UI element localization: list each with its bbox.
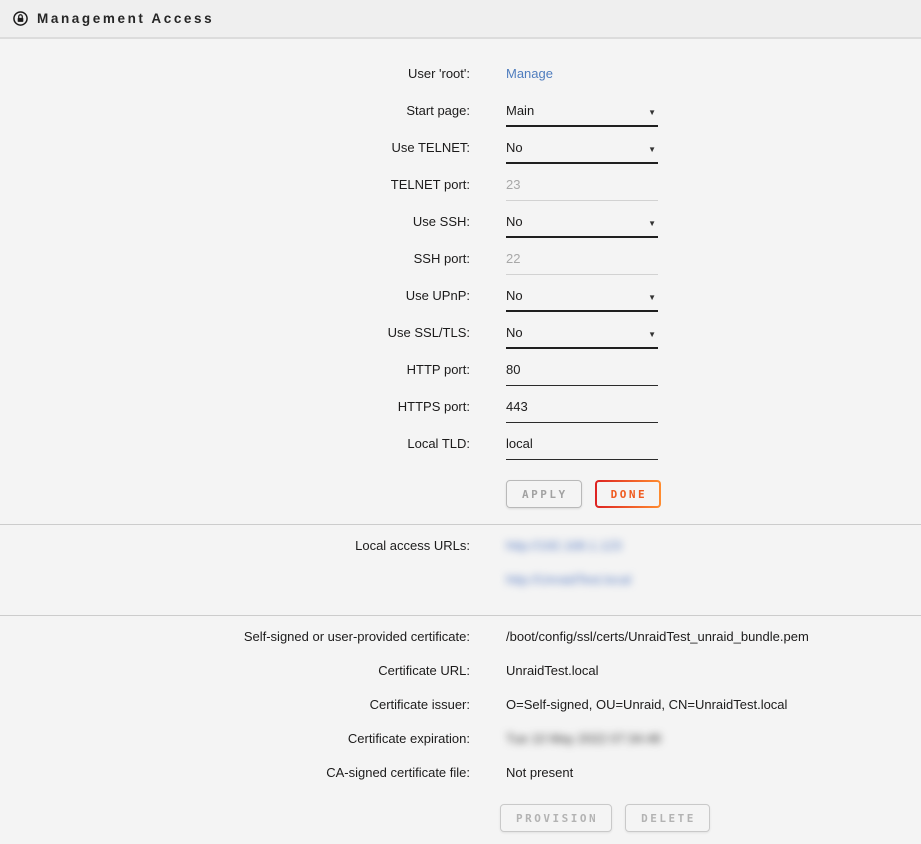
use-upnp-label: Use UPnP: [0,285,470,303]
row-local-tld: Local TLD: [0,433,921,470]
row-start-page: Start page: Main ▼ [0,100,921,137]
use-upnp-value: No [506,288,523,303]
start-page-value: Main [506,103,534,118]
ssh-port-input [506,248,658,275]
ca-cert-label: CA-signed certificate file: [0,762,470,780]
chevron-down-icon: ▼ [648,330,656,340]
use-ssl-select[interactable]: No ▼ [506,322,658,349]
telnet-port-input [506,174,658,201]
lock-circle-icon [13,11,28,26]
row-use-ssl: Use SSL/TLS: No ▼ [0,322,921,359]
local-access-url-hostname[interactable]: http://UnraidTest.local [506,569,631,603]
telnet-port-label: TELNET port: [0,174,470,192]
use-upnp-select[interactable]: No ▼ [506,285,658,312]
cert-issuer-label: Certificate issuer: [0,694,470,712]
cert-expiration-label: Certificate expiration: [0,728,470,746]
http-port-input[interactable] [506,359,658,386]
local-access-urls-label: Local access URLs: [0,535,470,553]
certificate-section: Self-signed or user-provided certificate… [0,616,921,844]
use-telnet-label: Use TELNET: [0,137,470,155]
certificate-buttons: PROVISION DELETE [500,804,921,832]
row-cert-issuer: Certificate issuer: O=Self-signed, OU=Un… [0,694,921,728]
start-page-select[interactable]: Main ▼ [506,100,658,127]
row-telnet-port: TELNET port: [0,174,921,211]
use-ssh-label: Use SSH: [0,211,470,229]
ca-cert-value: Not present [506,762,573,780]
apply-button[interactable]: APPLY [506,480,582,508]
manage-link[interactable]: Manage [506,63,553,81]
done-button[interactable]: DONE [595,480,662,508]
use-ssh-select[interactable]: No ▼ [506,211,658,238]
use-ssh-value: No [506,214,523,229]
chevron-down-icon: ▼ [648,293,656,303]
row-ca-cert: CA-signed certificate file: Not present [0,762,921,796]
row-local-access-urls: Local access URLs: http://192.168.1.123 … [0,535,921,603]
use-ssl-label: Use SSL/TLS: [0,322,470,340]
page-header: Management Access [0,0,921,39]
provision-button[interactable]: PROVISION [500,804,612,832]
chevron-down-icon: ▼ [648,108,656,118]
use-telnet-value: No [506,140,523,155]
delete-button[interactable]: DELETE [625,804,710,832]
row-http-port: HTTP port: [0,359,921,396]
use-ssl-value: No [506,325,523,340]
form-buttons: APPLY DONE [506,480,921,508]
row-cert-url: Certificate URL: UnraidTest.local [0,660,921,694]
cert-url-label: Certificate URL: [0,660,470,678]
local-tld-input[interactable] [506,433,658,460]
start-page-label: Start page: [0,100,470,118]
cert-file-label: Self-signed or user-provided certificate… [0,626,470,644]
cert-expiration-value: Tue 10 May 2022 07:34:48 [506,728,661,746]
cert-url-value: UnraidTest.local [506,660,599,678]
local-tld-label: Local TLD: [0,433,470,451]
local-access-url-ip[interactable]: http://192.168.1.123 [506,535,631,569]
row-user-root: User 'root': Manage [0,63,921,100]
use-telnet-select[interactable]: No ▼ [506,137,658,164]
page-title: Management Access [37,11,214,26]
https-port-input[interactable] [506,396,658,423]
row-https-port: HTTPS port: [0,396,921,433]
https-port-label: HTTPS port: [0,396,470,414]
cert-file-value: /boot/config/ssl/certs/UnraidTest_unraid… [506,626,809,644]
row-use-ssh: Use SSH: No ▼ [0,211,921,248]
chevron-down-icon: ▼ [648,145,656,155]
http-port-label: HTTP port: [0,359,470,377]
cert-issuer-value: O=Self-signed, OU=Unraid, CN=UnraidTest.… [506,694,787,712]
row-cert-file: Self-signed or user-provided certificate… [0,626,921,660]
user-root-label: User 'root': [0,63,470,81]
row-use-telnet: Use TELNET: No ▼ [0,137,921,174]
row-use-upnp: Use UPnP: No ▼ [0,285,921,322]
chevron-down-icon: ▼ [648,219,656,229]
ssh-port-label: SSH port: [0,248,470,266]
row-ssh-port: SSH port: [0,248,921,285]
management-access-form: User 'root': Manage Start page: Main ▼ U… [0,39,921,524]
row-cert-expiration: Certificate expiration: Tue 10 May 2022 … [0,728,921,762]
local-access-section: Local access URLs: http://192.168.1.123 … [0,525,921,615]
